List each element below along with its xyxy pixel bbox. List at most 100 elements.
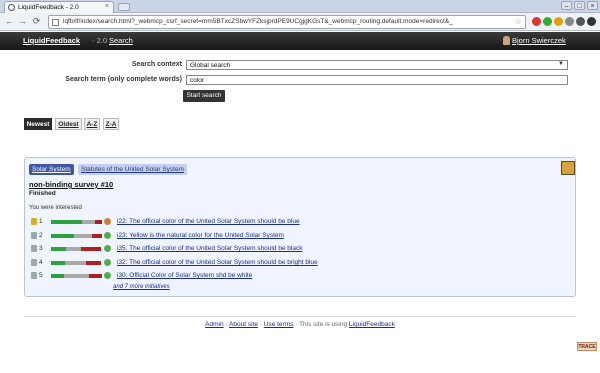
trace-button[interactable]: TRACE: [577, 342, 597, 351]
page-favicon-icon: [8, 4, 15, 11]
start-search-button[interactable]: Start search: [183, 90, 225, 102]
search-nav-link[interactable]: Search: [109, 36, 133, 45]
admin-link[interactable]: Admin: [205, 321, 223, 328]
initiative-link[interactable]: i30: Official Color of Solar System shd …: [117, 272, 252, 279]
initiative-row: 2 i23: Yellow is the natural color for th…: [29, 231, 569, 241]
search-term-input[interactable]: [186, 75, 568, 85]
about-site-link[interactable]: About site: [229, 321, 258, 328]
liquidfeedback-link[interactable]: LiquidFeedback: [349, 321, 395, 328]
initiative-rank: 4: [39, 259, 43, 266]
sort-az-tab[interactable]: A-Z: [84, 118, 100, 130]
supporter-icon: [104, 259, 111, 266]
yes-segment: [51, 234, 74, 238]
sort-za-tab[interactable]: Z-A: [103, 118, 119, 130]
more-initiatives-link[interactable]: and 7 more initiatives: [113, 284, 170, 290]
initiative-link[interactable]: i35: The official color of the United So…: [117, 245, 302, 252]
supporter-icon: [104, 218, 111, 225]
rank-icon: [31, 272, 37, 279]
area-link[interactable]: Solar System: [29, 164, 74, 175]
no-segment: [92, 234, 102, 238]
minimize-button[interactable]: –: [561, 1, 572, 10]
sort-newest-tab[interactable]: Newest: [24, 118, 52, 130]
brand-link[interactable]: LiquidFeedback: [23, 36, 80, 45]
search-context-value: Global search: [190, 62, 231, 69]
footer: Admin · About site · Use terms · This si…: [205, 321, 395, 328]
use-terms-link[interactable]: Use terms: [264, 321, 294, 328]
window-controls: – □ ×: [561, 1, 598, 10]
no-segment: [86, 261, 101, 265]
app-navbar: LiquidFeedback · 2.0 Search Bjorn Swierc…: [0, 32, 600, 50]
issue-state: Finished: [29, 190, 56, 197]
powered-by-text: This site is using: [299, 321, 348, 328]
vote-result-bar: [51, 261, 101, 265]
maximize-button[interactable]: □: [574, 1, 585, 10]
browser-tabstrip: LiquidFeedback - 2.0 × – □ ×: [0, 0, 600, 13]
browser-toolbar: ← → ⟳ lqfb/lf/index/search.html?_webmcp_…: [0, 13, 600, 31]
yes-segment: [51, 261, 65, 265]
settings-menu-icon[interactable]: [587, 17, 596, 26]
search-context-label: Search context: [131, 61, 182, 68]
vote-result-bar: [51, 247, 101, 251]
neutral-segment: [82, 220, 95, 224]
version-label: · 2.0: [92, 36, 108, 45]
page-menu-icon[interactable]: [576, 17, 585, 26]
no-segment: [81, 247, 101, 251]
page-icon: [52, 19, 59, 26]
rank-icon: [31, 232, 37, 239]
policy-link[interactable]: Statutes of the United Solar System: [78, 164, 187, 175]
supporter-icon: [104, 232, 111, 239]
initiative-rank: 1: [39, 218, 43, 225]
yes-segment: [51, 220, 82, 224]
neutral-segment: [64, 274, 89, 278]
user-avatar-icon: [503, 36, 510, 45]
supporter-icon: [104, 245, 111, 252]
yes-segment: [51, 247, 66, 251]
search-term-label: Search term (only complete words): [65, 76, 182, 83]
interest-note: You were interested: [29, 205, 82, 211]
neutral-segment: [66, 247, 81, 251]
no-segment: [89, 274, 102, 278]
initiative-link[interactable]: i32: The official color of the United So…: [117, 259, 318, 266]
bookmark-star-icon[interactable]: ☆: [515, 17, 522, 26]
supporter-icon: [104, 272, 111, 279]
neutral-segment: [65, 261, 86, 265]
initiative-row: 4 i32: The official color of the United S…: [29, 258, 569, 268]
initiative-row: 3 i35: The official color of the United S…: [29, 244, 569, 254]
tools-wrench-icon[interactable]: [565, 17, 574, 26]
sort-oldest-tab[interactable]: Oldest: [55, 118, 82, 130]
initiative-row: 1 i22: The official color of the United S…: [29, 217, 569, 227]
close-window-button[interactable]: ×: [587, 1, 598, 10]
reload-button[interactable]: ⟳: [31, 16, 42, 27]
vote-result-bar: [51, 274, 102, 278]
dropdown-arrow-icon: ▼: [558, 61, 564, 67]
browser-tab[interactable]: LiquidFeedback - 2.0 ×: [4, 1, 114, 13]
search-context-select[interactable]: Global search ▼: [186, 60, 568, 70]
initiative-row: 5 i30: Official Color of Solar System shd…: [29, 271, 569, 281]
back-button[interactable]: ←: [4, 16, 15, 27]
address-bar[interactable]: lqfb/lf/index/search.html?_webmcp_csrf_s…: [48, 15, 526, 29]
vote-result-bar: [51, 234, 102, 238]
initiative-link[interactable]: i23: Yellow is the natural color for the…: [117, 232, 284, 239]
extension-icon-2[interactable]: [543, 17, 552, 26]
initiative-rank: 3: [39, 245, 43, 252]
delegation-avatar-icon[interactable]: [561, 161, 575, 175]
forward-button[interactable]: →: [17, 16, 28, 27]
vote-result-bar: [51, 220, 102, 224]
address-text: lqfb/lf/index/search.html?_webmcp_csrf_s…: [63, 18, 453, 25]
yes-segment: [51, 274, 64, 278]
user-name-link[interactable]: Bjorn Swierczek: [512, 36, 566, 45]
extension-icon-1[interactable]: [532, 17, 541, 26]
issue-title-link[interactable]: non-binding survey #10: [29, 180, 113, 189]
winner-icon: [31, 218, 37, 225]
no-segment: [95, 220, 102, 224]
rank-icon: [31, 245, 37, 252]
tab-close-icon[interactable]: ×: [105, 3, 109, 10]
initiative-rank: 2: [39, 232, 43, 239]
extension-icon-3[interactable]: [554, 17, 563, 26]
initiative-rank: 5: [39, 272, 43, 279]
initiative-link[interactable]: i22: The official color of the United So…: [117, 218, 300, 225]
new-tab-button[interactable]: [118, 3, 130, 11]
tab-title: LiquidFeedback - 2.0: [18, 4, 79, 11]
rank-icon: [31, 259, 37, 266]
footer-divider: [24, 316, 576, 317]
